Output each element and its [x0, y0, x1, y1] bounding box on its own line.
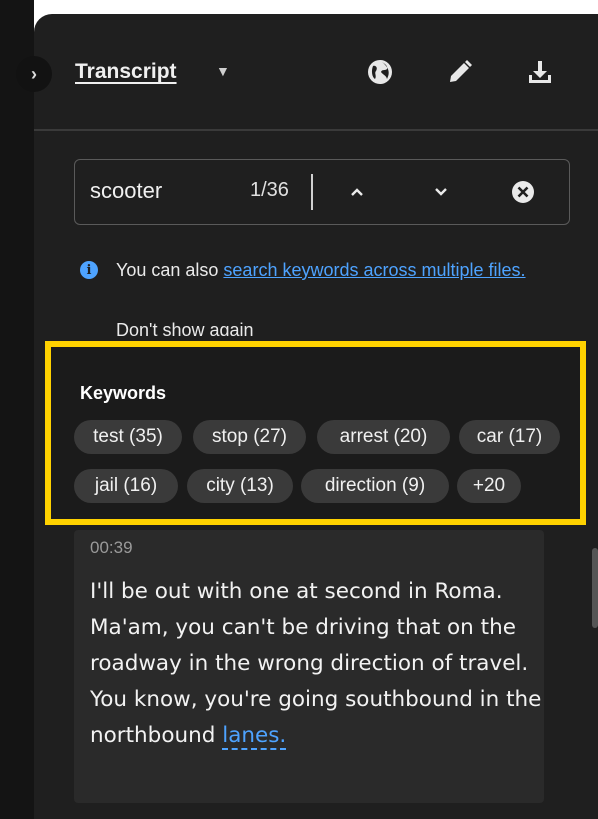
keyword-chip[interactable]: +20 [457, 469, 521, 503]
clear-icon [512, 181, 534, 203]
globe-icon [368, 60, 392, 84]
edit-button[interactable] [446, 58, 474, 86]
previous-match-button[interactable] [339, 174, 375, 210]
search-input[interactable]: scooter [90, 178, 162, 204]
keyword-chip[interactable]: car (17) [459, 420, 560, 454]
keywords-title: Keywords [80, 383, 167, 403]
caret-down-icon[interactable]: ▼ [216, 63, 230, 79]
segment-text: I'll be out with one at second in Roma. … [90, 574, 550, 754]
keyword-chip[interactable]: direction (9) [301, 469, 449, 503]
clear-search-button[interactable] [505, 174, 541, 210]
scrollbar[interactable] [592, 548, 598, 628]
left-sidebar-edge [0, 0, 34, 819]
keyword-chip[interactable]: stop (27) [193, 420, 306, 454]
download-icon [529, 61, 551, 83]
header-divider [34, 129, 598, 131]
info-icon: i [80, 261, 98, 279]
keyword-chip[interactable]: city (13) [187, 469, 293, 503]
keywords-panel: Keywords test (35) stop (27) arrest (20)… [45, 341, 586, 525]
search-match-count: 1/36 [250, 179, 289, 201]
keyword-chip[interactable]: jail (16) [74, 469, 178, 503]
keyword-chip[interactable]: arrest (20) [317, 420, 450, 454]
search-separator [311, 174, 313, 210]
next-match-button[interactable] [423, 174, 459, 210]
segment-timestamp[interactable]: 00:39 [90, 538, 133, 558]
collapse-panel-button[interactable]: › [16, 56, 52, 92]
chevron-up-icon [351, 188, 363, 196]
panel-title[interactable]: Transcript [75, 60, 177, 84]
info-message: You can also search keywords across mult… [116, 258, 576, 283]
pencil-icon [450, 60, 472, 82]
segment-body: I'll be out with one at second in Roma. … [90, 579, 542, 748]
transcript-search-box[interactable]: scooter 1/36 [74, 159, 570, 225]
chevron-down-icon [435, 188, 447, 196]
highlighted-word[interactable]: lanes. [222, 723, 287, 750]
keyword-chip[interactable]: test (35) [74, 420, 182, 454]
download-button[interactable] [526, 58, 554, 86]
transcript-segment[interactable]: 00:39 I'll be out with one at second in … [74, 530, 544, 803]
search-across-files-link[interactable]: search keywords across multiple files. [223, 260, 525, 280]
globe-button[interactable] [366, 58, 394, 86]
dont-show-again-link[interactable]: Don't show again [116, 320, 254, 336]
chevron-right-icon: › [31, 63, 37, 84]
info-prefix: You can also [116, 260, 224, 280]
